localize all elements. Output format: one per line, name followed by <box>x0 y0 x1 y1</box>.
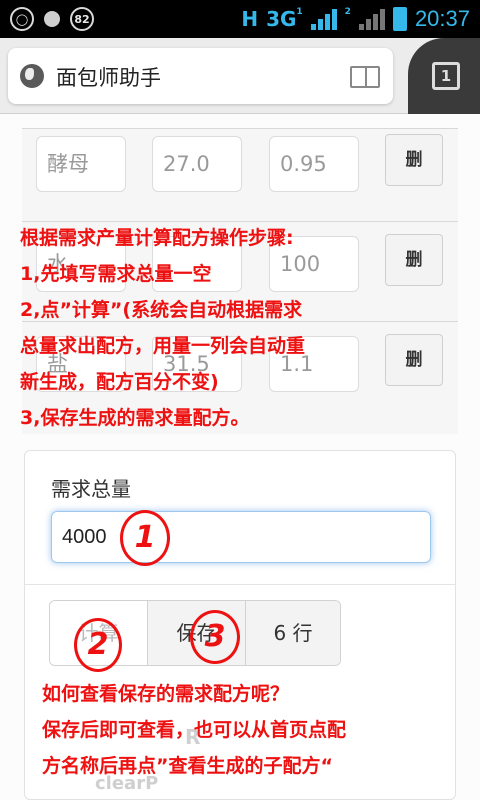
network-h-indicator: H <box>241 7 259 31</box>
faq-annotation: 如何查看保存的需求配方呢？ 保存后即可查看，也可以从首页点配 方名称后再点”查看… <box>42 676 346 784</box>
sim2-indicator: 2 <box>344 7 351 17</box>
annotation-line: 3,保存生成的需求量配方。 <box>20 407 250 429</box>
ingredient-amount-field[interactable]: 27.0 <box>152 136 242 192</box>
annotation-mark-2: 2 <box>74 618 122 672</box>
annotation-line: 方名称后再点”查看生成的子配方“ <box>42 755 333 777</box>
annotation-line: 如何查看保存的需求配方呢？ <box>42 683 290 705</box>
status-bar: ◯ 82 H 3G1 2 20:37 <box>0 0 480 38</box>
annotation-line: 2,点”计算”(系统会自动根据需求 <box>20 299 303 321</box>
browser-toolbar: 面包师助手 1 <box>0 38 480 114</box>
notification-icon: ◯ <box>10 7 34 31</box>
annotation-line: 总量求出配方，用量一列会自动重 <box>20 335 306 357</box>
tabs-area: 1 <box>408 38 480 114</box>
delete-button[interactable]: 删 <box>385 134 443 186</box>
reader-mode-icon[interactable] <box>350 66 380 88</box>
total-input[interactable]: 4000 <box>51 511 431 563</box>
annotation-mark-3: 3 <box>190 610 240 664</box>
card-divider <box>25 584 455 585</box>
page-title: 面包师助手 <box>56 66 161 90</box>
rows-button[interactable]: 6 行 <box>246 601 340 665</box>
battery-icon <box>392 7 407 31</box>
ingredient-percent-field[interactable]: 0.95 <box>269 136 359 192</box>
instruction-annotation: 根据需求产量计算配方操作步骤: 1,先填写需求总量一空 2,点”计算”(系统会自… <box>20 220 305 436</box>
badge-icon: 82 <box>70 7 94 31</box>
annotation-mark-1: 1 <box>120 510 170 566</box>
annotation-line: 新生成，配方百分不变) <box>20 371 219 393</box>
ingredient-row: 酵母 27.0 0.95 删 <box>22 129 458 215</box>
delete-button[interactable]: 删 <box>385 334 443 386</box>
annotation-line: 1,先填写需求总量一空 <box>20 263 212 285</box>
annotation-line: 根据需求产量计算配方操作步骤: <box>20 227 294 249</box>
total-label: 需求总量 <box>51 477 131 501</box>
clock: 20:37 <box>414 6 470 31</box>
address-bar[interactable]: 面包师助手 <box>8 48 393 104</box>
annotation-line: 保存后即可查看，也可以从首页点配 <box>42 719 347 741</box>
app-icon <box>44 11 60 27</box>
network-3g-indicator: 3G1 <box>266 7 303 31</box>
signal-2-icon <box>358 8 385 30</box>
globe-icon <box>20 64 44 88</box>
delete-button[interactable]: 删 <box>385 234 443 286</box>
signal-icon <box>310 8 337 30</box>
ingredient-name-field[interactable]: 酵母 <box>36 136 126 192</box>
tabs-button[interactable]: 1 <box>432 62 460 90</box>
